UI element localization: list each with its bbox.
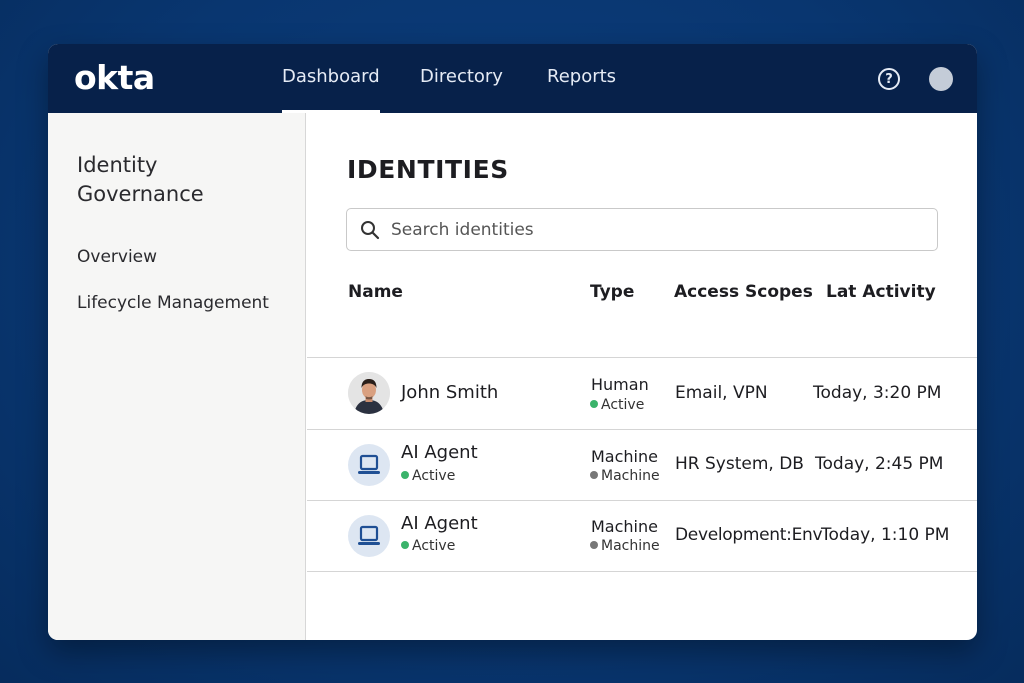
- active-status-dot: [401, 541, 409, 549]
- search-box[interactable]: [346, 208, 938, 251]
- column-header-name[interactable]: Name: [348, 282, 403, 302]
- active-status-dot: [590, 400, 598, 408]
- type-status: Machine: [590, 468, 660, 484]
- column-header-access-scopes[interactable]: Access Scopes: [674, 282, 813, 302]
- access-scopes: Development:Env: [675, 525, 823, 545]
- name-status: Active: [401, 468, 455, 484]
- sidebar-item-lifecycle-management[interactable]: Lifecycle Management: [77, 293, 269, 313]
- type-status-label: Active: [601, 397, 645, 413]
- tab-reports[interactable]: Reports: [547, 66, 616, 87]
- laptop-icon: [348, 515, 390, 557]
- user-avatar-button[interactable]: [929, 67, 953, 91]
- table-row[interactable]: John Smith Human Active Email, VPN Today…: [307, 358, 977, 428]
- machine-status-dot: [590, 471, 598, 479]
- tab-directory[interactable]: Directory: [420, 66, 503, 87]
- identity-name[interactable]: AI Agent: [401, 513, 478, 534]
- type-status-label: Machine: [601, 468, 660, 484]
- identity-type: Human: [591, 375, 649, 394]
- identity-type: Machine: [591, 517, 658, 536]
- search-icon: [361, 221, 380, 240]
- page-title: IDENTITIES: [347, 155, 509, 184]
- machine-status-dot: [590, 541, 598, 549]
- sidebar-item-overview[interactable]: Overview: [77, 247, 157, 267]
- identity-name[interactable]: John Smith: [401, 382, 498, 403]
- last-activity: Today, 3:20 PM: [813, 383, 942, 403]
- name-status-label: Active: [412, 538, 456, 554]
- last-activity: Today, 2:45 PM: [815, 454, 944, 474]
- search-input[interactable]: [391, 210, 931, 249]
- type-status: Machine: [590, 538, 660, 554]
- main-content: IDENTITIES Name Type Access Scopes Lat A…: [307, 113, 977, 640]
- sidebar: Identity Governance Overview Lifecycle M…: [48, 113, 306, 640]
- tab-dashboard[interactable]: Dashboard: [282, 66, 380, 113]
- type-status-label: Machine: [601, 538, 660, 554]
- row-divider: [307, 571, 977, 572]
- type-status: Active: [590, 397, 644, 413]
- person-avatar: [348, 372, 390, 414]
- identity-type: Machine: [591, 447, 658, 466]
- help-circle-icon[interactable]: ?: [878, 68, 900, 90]
- okta-logo[interactable]: okta: [74, 58, 155, 97]
- name-status: Active: [401, 538, 455, 554]
- column-header-last-activity[interactable]: Lat Activity: [826, 282, 936, 302]
- identity-name[interactable]: AI Agent: [401, 442, 478, 463]
- access-scopes: Email, VPN: [675, 383, 768, 403]
- sidebar-title: Identity Governance: [77, 153, 204, 206]
- column-header-type[interactable]: Type: [590, 282, 634, 302]
- last-activity: Today, 1:10 PM: [821, 525, 950, 545]
- laptop-icon: [348, 444, 390, 486]
- top-navigation-bar: okta Dashboard Directory Reports ?: [48, 44, 977, 113]
- active-status-dot: [401, 471, 409, 479]
- access-scopes: HR System, DB: [675, 454, 804, 474]
- app-window: okta Dashboard Directory Reports ? Ident…: [48, 44, 977, 640]
- table-row[interactable]: AI Agent Active Machine Machine HR Syste…: [307, 430, 977, 500]
- table-row[interactable]: AI Agent Active Machine Machine Developm…: [307, 501, 977, 571]
- name-status-label: Active: [412, 468, 456, 484]
